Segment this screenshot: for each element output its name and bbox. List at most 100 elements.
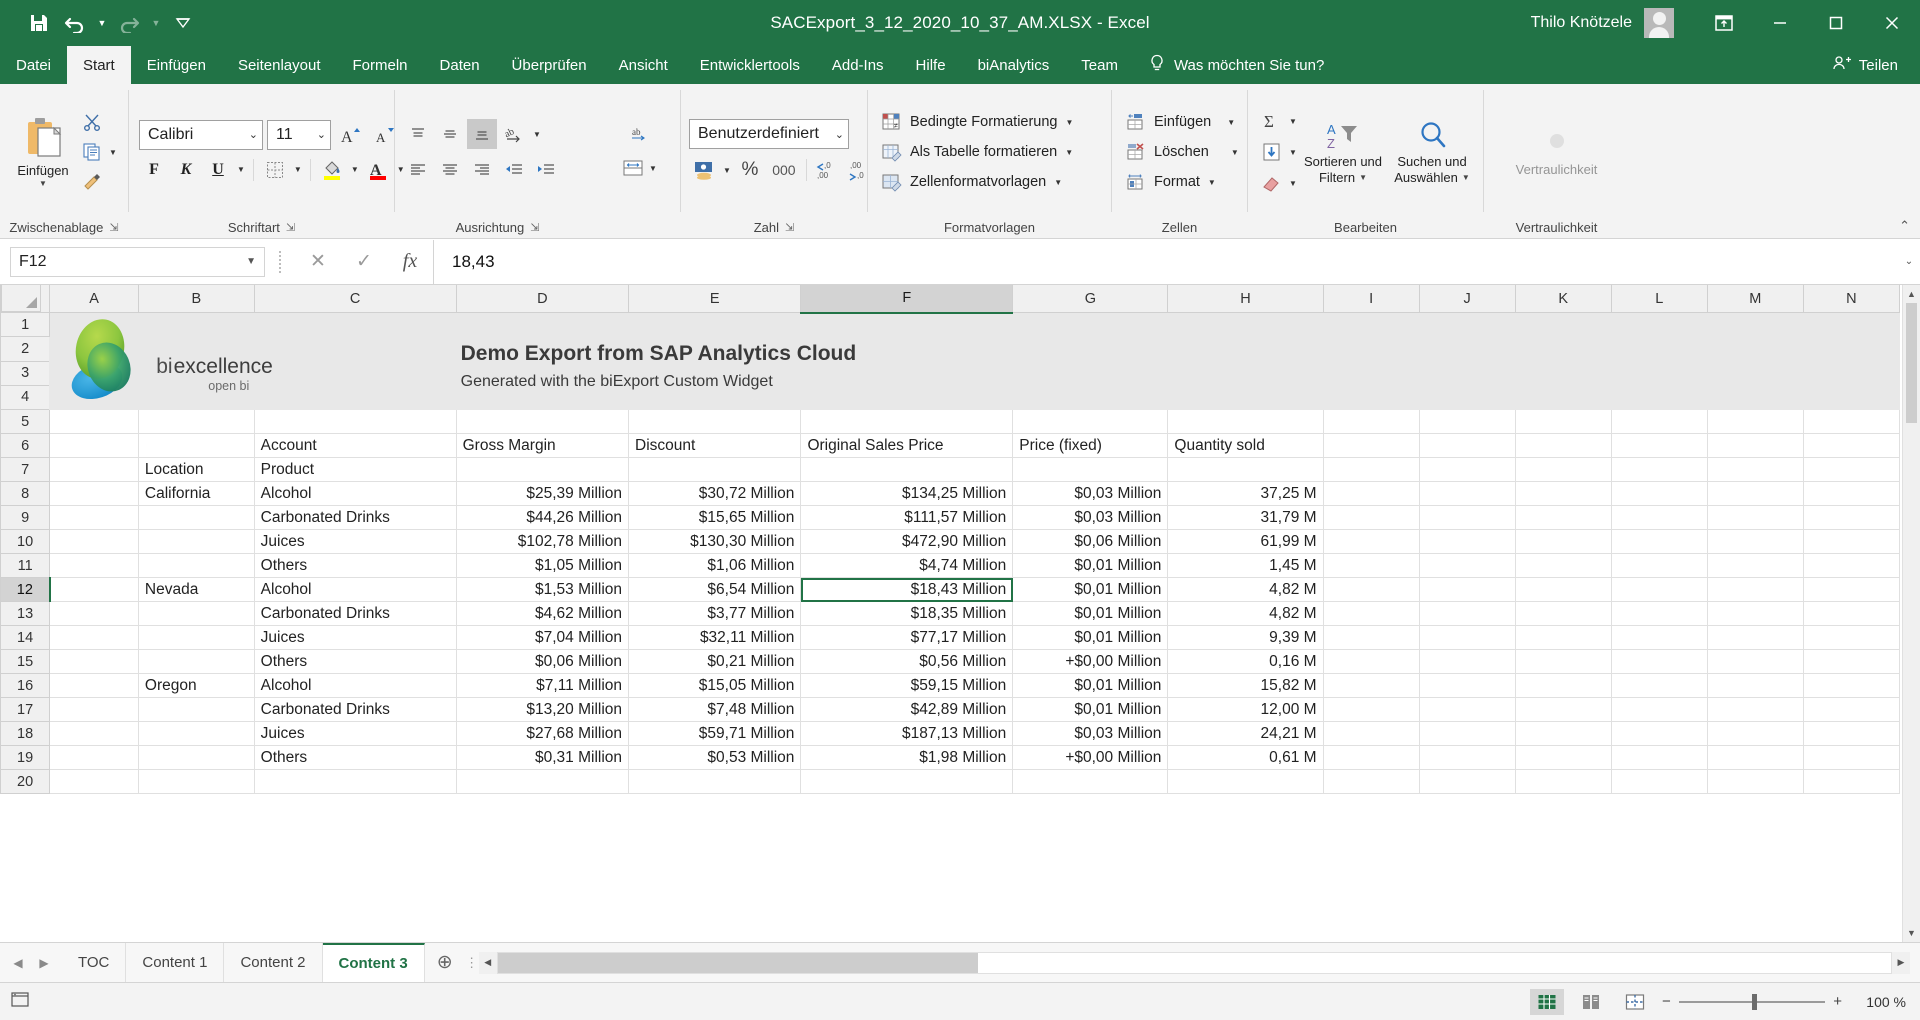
- enter-icon[interactable]: ✓: [341, 245, 387, 279]
- save-icon[interactable]: [22, 6, 56, 40]
- orientation-icon[interactable]: ab: [499, 119, 529, 149]
- cell-I5[interactable]: [1322, 409, 1420, 434]
- cell-C14[interactable]: Juices: [253, 625, 457, 650]
- cell-L11[interactable]: [1610, 553, 1708, 578]
- cell-K11[interactable]: [1514, 553, 1612, 578]
- cell-F20[interactable]: [800, 769, 1014, 794]
- cell-L14[interactable]: [1610, 625, 1708, 650]
- cell-J12[interactable]: [1418, 577, 1516, 602]
- collapse-ribbon-icon[interactable]: ⌃: [1899, 218, 1910, 234]
- cell-I16[interactable]: [1322, 673, 1420, 698]
- cell-I9[interactable]: [1322, 505, 1420, 530]
- format-cells-dropdown-icon[interactable]: ▼: [1206, 178, 1218, 187]
- cut-button[interactable]: [80, 109, 119, 135]
- cell-F15[interactable]: $0,56 Million: [800, 649, 1014, 674]
- cell-G15[interactable]: +$0,00 Million: [1012, 649, 1169, 674]
- row-header-5[interactable]: 5: [0, 409, 51, 434]
- insert-cells-dropdown-icon[interactable]: ▼: [1225, 118, 1237, 127]
- cell-B14[interactable]: [137, 625, 255, 650]
- close-icon[interactable]: [1864, 0, 1920, 46]
- avatar[interactable]: [1644, 8, 1674, 38]
- ribbon-tab-seitenlayout[interactable]: Seitenlayout: [222, 46, 337, 84]
- cell-D14[interactable]: $7,04 Million: [455, 625, 630, 650]
- cell-I14[interactable]: [1322, 625, 1420, 650]
- sensitivity-button[interactable]: Vertraulichkeit: [1493, 125, 1621, 179]
- percent-format-button[interactable]: %: [735, 155, 765, 185]
- font-name-combo[interactable]: Calibri ⌄: [139, 119, 263, 150]
- column-header-C[interactable]: C: [253, 285, 457, 313]
- cell-N17[interactable]: [1802, 697, 1901, 722]
- cell-D19[interactable]: $0,31 Million: [455, 745, 630, 770]
- sheet-tab-toc[interactable]: TOC: [62, 943, 127, 982]
- column-header-N[interactable]: N: [1802, 285, 1901, 313]
- maximize-icon[interactable]: [1808, 0, 1864, 46]
- cell-G17[interactable]: $0,01 Million: [1012, 697, 1169, 722]
- cell-D10[interactable]: $102,78 Million: [455, 529, 630, 554]
- cell-N14[interactable]: [1802, 625, 1901, 650]
- cell-D8[interactable]: $25,39 Million: [455, 481, 630, 506]
- cell-E19[interactable]: $0,53 Million: [628, 745, 802, 770]
- cell-L12[interactable]: [1610, 577, 1708, 602]
- underline-dropdown-icon[interactable]: ▼: [235, 165, 247, 174]
- cell-B20[interactable]: [137, 769, 255, 794]
- cell-H19[interactable]: 0,61 M: [1167, 745, 1324, 770]
- cell-E9[interactable]: $15,65 Million: [628, 505, 802, 530]
- row-header-12[interactable]: 12: [0, 577, 51, 602]
- row-header-14[interactable]: 14: [0, 625, 51, 650]
- find-select-button[interactable]: Suchen und Auswählen ▼: [1387, 117, 1477, 186]
- cell-L16[interactable]: [1610, 673, 1708, 698]
- font-dialog-launcher-icon[interactable]: ⇲: [286, 221, 295, 234]
- cell-M18[interactable]: [1706, 721, 1804, 746]
- cell-H20[interactable]: [1167, 769, 1324, 794]
- cell-N10[interactable]: [1802, 529, 1901, 554]
- cell-C9[interactable]: Carbonated Drinks: [253, 505, 457, 530]
- cell-K9[interactable]: [1514, 505, 1612, 530]
- zoom-slider-thumb[interactable]: [1752, 993, 1757, 1010]
- undo-dropdown-icon[interactable]: ▼: [94, 6, 110, 40]
- ribbon-tab-formeln[interactable]: Formeln: [337, 46, 424, 84]
- expand-formula-bar-icon[interactable]: ⌄: [1898, 240, 1920, 284]
- redo-dropdown-icon[interactable]: ▼: [148, 6, 164, 40]
- cell-D11[interactable]: $1,05 Million: [455, 553, 630, 578]
- cell-H18[interactable]: 24,21 M: [1167, 721, 1324, 746]
- row-header-4[interactable]: 4: [0, 384, 51, 411]
- cell-A13[interactable]: [49, 601, 139, 626]
- column-header-F[interactable]: F: [800, 285, 1014, 314]
- row-header-1[interactable]: 1: [0, 311, 51, 338]
- cell-styles-dropdown-icon[interactable]: ▼: [1052, 178, 1064, 187]
- clipboard-dialog-launcher-icon[interactable]: ⇲: [109, 221, 118, 234]
- row-header-6[interactable]: 6: [0, 433, 51, 458]
- font-size-combo[interactable]: 11 ⌄: [267, 119, 331, 150]
- cell-N9[interactable]: [1802, 505, 1901, 530]
- clear-dropdown-icon[interactable]: ▼: [1287, 179, 1299, 188]
- clear-button[interactable]: ▼: [1260, 170, 1299, 196]
- format-painter-button[interactable]: [80, 169, 119, 195]
- cell-A18[interactable]: [49, 721, 139, 746]
- cell-M5[interactable]: [1706, 409, 1804, 434]
- last-sheet-icon[interactable]: ▶: [32, 948, 56, 978]
- ribbon-tab-datei[interactable]: Datei: [0, 46, 67, 84]
- fill-color-button[interactable]: [317, 155, 347, 185]
- scroll-right-icon[interactable]: ▶: [1892, 951, 1910, 974]
- autosum-button[interactable]: Σ ▼: [1260, 108, 1299, 134]
- tab-split-handle[interactable]: ⋮: [465, 943, 479, 982]
- cell-C13[interactable]: Carbonated Drinks: [253, 601, 457, 626]
- cell-H10[interactable]: 61,99 M: [1167, 529, 1324, 554]
- cell-I17[interactable]: [1322, 697, 1420, 722]
- cell-M17[interactable]: [1706, 697, 1804, 722]
- cell-M12[interactable]: [1706, 577, 1804, 602]
- cell-J11[interactable]: [1418, 553, 1516, 578]
- cell-L20[interactable]: [1610, 769, 1708, 794]
- cell-E14[interactable]: $32,11 Million: [628, 625, 802, 650]
- cell-I20[interactable]: [1322, 769, 1420, 794]
- cell-N7[interactable]: [1802, 457, 1901, 482]
- zoom-slider-track[interactable]: [1678, 993, 1826, 1010]
- formula-input[interactable]: 18,43: [433, 239, 1898, 284]
- cell-G5[interactable]: [1012, 409, 1169, 434]
- cell-J10[interactable]: [1418, 529, 1516, 554]
- number-dialog-launcher-icon[interactable]: ⇲: [785, 221, 794, 234]
- cell-C19[interactable]: Others: [253, 745, 457, 770]
- cell-M7[interactable]: [1706, 457, 1804, 482]
- cell-C18[interactable]: Juices: [253, 721, 457, 746]
- align-center-icon[interactable]: [435, 155, 465, 185]
